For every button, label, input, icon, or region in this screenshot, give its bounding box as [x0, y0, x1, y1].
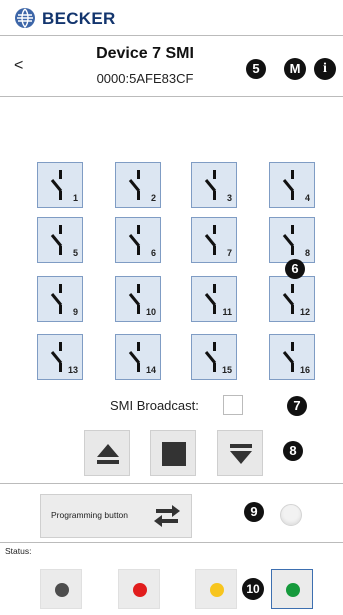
- channel-button[interactable]: 16: [269, 334, 315, 380]
- channel-number: 14: [145, 365, 156, 375]
- channel-button[interactable]: 3: [191, 162, 237, 208]
- channel-button[interactable]: 4: [269, 162, 315, 208]
- channel-button[interactable]: 9: [37, 276, 83, 322]
- channel-number: 1: [72, 193, 78, 203]
- callout-marker: 7: [287, 396, 307, 416]
- callout-marker: 10: [242, 578, 264, 600]
- programming-button[interactable]: Programming button: [40, 494, 192, 538]
- channel-button[interactable]: 6: [115, 217, 161, 263]
- callout-marker: 6: [285, 259, 305, 279]
- channel-button[interactable]: 12: [269, 276, 315, 322]
- channel-number: 16: [299, 365, 310, 375]
- eject-up-icon: [97, 444, 119, 464]
- channel-button[interactable]: 15: [191, 334, 237, 380]
- brand-name: BECKER: [42, 9, 116, 28]
- info-button[interactable]: i: [314, 58, 336, 80]
- down-to-line-icon: [230, 444, 252, 464]
- channel-button[interactable]: 13: [37, 334, 83, 380]
- channel-number: 4: [304, 193, 310, 203]
- callout-marker: 9: [244, 502, 264, 522]
- brand-bar: BECKER: [0, 0, 343, 36]
- channel-button[interactable]: 14: [115, 334, 161, 380]
- callout-marker: 8: [283, 441, 303, 461]
- programming-button-label: Programming button: [51, 510, 129, 520]
- channel-number: 10: [145, 307, 156, 317]
- channel-number: 13: [67, 365, 78, 375]
- channel-number: 9: [72, 307, 78, 317]
- device-header: < Device 7 SMI 0000:5AFE83CF 5 M i: [0, 37, 343, 97]
- status-indicator-yellow: [195, 569, 237, 609]
- becker-logo-icon: [15, 8, 35, 28]
- channel-number: 6: [150, 248, 156, 258]
- channel-button[interactable]: 5: [37, 217, 83, 263]
- status-indicator-grey: [40, 569, 82, 609]
- stop-square-icon: [162, 442, 186, 466]
- channel-button[interactable]: 10: [115, 276, 161, 322]
- programming-led: [280, 504, 302, 526]
- broadcast-checkbox[interactable]: [223, 395, 243, 415]
- channel-button[interactable]: 1: [37, 162, 83, 208]
- channel-number: 11: [222, 307, 232, 317]
- swap-arrows-icon: [154, 505, 180, 527]
- channel-number: 8: [304, 248, 310, 258]
- memory-button[interactable]: M: [284, 58, 306, 80]
- status-indicator-red: [118, 569, 160, 609]
- status-dot-icon: [286, 583, 300, 597]
- device-title: Device 7 SMI: [96, 45, 194, 62]
- section-divider: [0, 542, 343, 543]
- channel-button[interactable]: 11: [191, 276, 237, 322]
- status-dot-icon: [55, 583, 69, 597]
- status-dot-icon: [210, 583, 224, 597]
- down-button[interactable]: [217, 430, 263, 476]
- channel-number: 5: [72, 248, 78, 258]
- channel-number: 12: [299, 307, 310, 317]
- channel-button[interactable]: 8: [269, 217, 315, 263]
- channel-number: 2: [150, 193, 156, 203]
- status-label: Status:: [5, 546, 32, 556]
- channel-number: 7: [226, 248, 232, 258]
- callout-marker: 5: [246, 59, 266, 79]
- channel-button[interactable]: 7: [191, 217, 237, 263]
- stop-button[interactable]: [150, 430, 196, 476]
- status-indicator-green: [271, 569, 313, 609]
- channel-number: 15: [221, 365, 232, 375]
- section-divider: [0, 483, 343, 484]
- channel-button[interactable]: 2: [115, 162, 161, 208]
- broadcast-label: SMI Broadcast:: [110, 398, 199, 413]
- up-button[interactable]: [84, 430, 130, 476]
- channel-number: 3: [226, 193, 232, 203]
- status-dot-icon: [133, 583, 147, 597]
